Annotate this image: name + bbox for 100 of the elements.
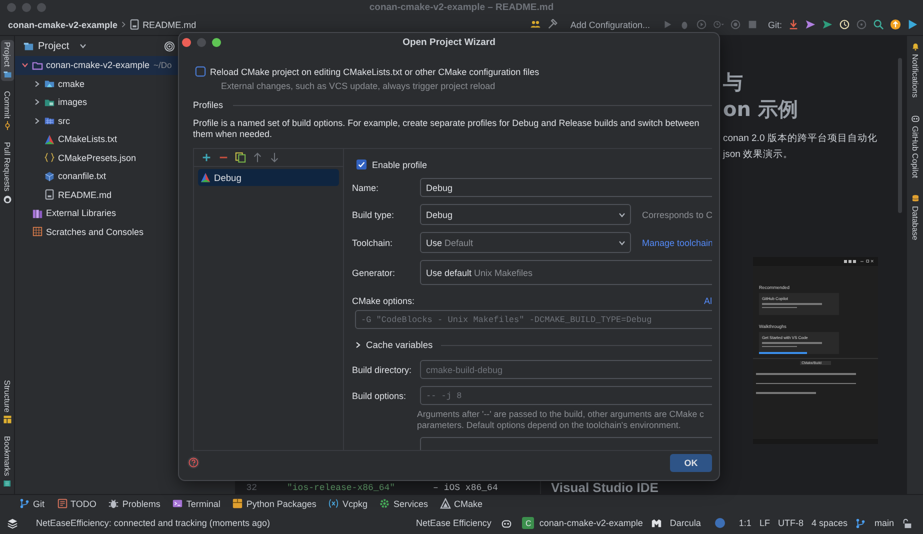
window-title: conan-cmake-v2-example – README.md xyxy=(369,2,554,12)
arrow-up-icon[interactable] xyxy=(252,152,263,163)
grid-icon xyxy=(32,226,43,238)
help-icon[interactable] xyxy=(187,456,200,470)
tree-item[interactable]: External Libraries xyxy=(15,204,235,222)
tree-item[interactable]: README.md xyxy=(15,186,235,204)
link[interactable]: Al xyxy=(704,296,712,306)
add-icon[interactable] xyxy=(201,152,212,163)
tool-window-tab[interactable]: Pull Requests xyxy=(0,140,14,206)
tree-item[interactable]: CMakePresets.json xyxy=(15,148,235,167)
close-icon[interactable] xyxy=(182,38,191,47)
reload-checkbox[interactable] xyxy=(195,66,206,77)
chevron-right-icon[interactable] xyxy=(33,116,41,125)
tool-window-tab[interactable]: Problems xyxy=(108,498,160,509)
update-icon[interactable] xyxy=(890,19,901,30)
checkbox-label[interactable]: Enable profile xyxy=(372,160,428,170)
status-dot-icon[interactable] xyxy=(714,518,725,528)
send-icon[interactable] xyxy=(822,19,833,30)
input-field[interactable]: -- -j 8 xyxy=(420,386,712,405)
arrow-down-icon[interactable] xyxy=(269,152,280,163)
status-item[interactable]: 1:1 xyxy=(738,518,752,528)
run-configuration-dropdown[interactable]: Add Configuration... xyxy=(570,20,650,30)
expander[interactable]: Cache variables xyxy=(352,340,433,350)
breadcrumb-item[interactable]: README.md xyxy=(142,20,196,30)
dropdown[interactable]: Debug xyxy=(420,204,631,225)
profiler-icon[interactable] xyxy=(712,19,724,30)
robot-icon xyxy=(501,518,512,528)
input-field[interactable]: cmake-build-debug xyxy=(420,360,712,379)
tool-window-tab[interactable]: Terminal xyxy=(172,498,220,509)
tool-window-tab[interactable]: Python Packages xyxy=(232,498,316,509)
input-field[interactable]: -G "CodeBlocks - Unix Makefiles" -DCMAKE_BUILD_TYPE=Debug xyxy=(355,310,712,329)
folder-icon xyxy=(2,70,12,79)
tool-window-tab[interactable]: Notifications xyxy=(908,40,922,100)
tool-window-tab[interactable]: Database xyxy=(908,192,922,242)
people-icon[interactable] xyxy=(530,19,542,30)
history-icon[interactable] xyxy=(839,19,850,30)
field-label: CMake options: xyxy=(352,296,415,306)
stop-icon[interactable] xyxy=(746,19,758,30)
search-icon[interactable] xyxy=(873,19,884,30)
coverage-icon[interactable] xyxy=(696,19,707,30)
hammer-icon[interactable] xyxy=(547,19,558,30)
chevron-right-icon[interactable] xyxy=(33,80,41,88)
input-field[interactable]: Debug xyxy=(420,178,712,197)
breadcrumb-item[interactable]: conan-cmake-v2-example xyxy=(8,20,118,30)
document-icon xyxy=(44,189,55,200)
tool-window-tab[interactable]: Structure xyxy=(0,378,14,426)
status-message: NetEaseEfficiency: connected and tracking (moments ago) xyxy=(36,518,270,528)
tool-window-tab[interactable]: Vcpkg xyxy=(328,498,368,509)
package-icon xyxy=(232,498,244,509)
input-field[interactable] xyxy=(420,437,712,450)
variable-icon xyxy=(328,498,340,509)
code-text: – iOS x86_64 xyxy=(433,482,498,492)
tool-window-tab[interactable]: Bookmarks xyxy=(0,434,14,490)
status-item[interactable]: LF xyxy=(759,518,770,528)
caret-icon[interactable] xyxy=(79,42,88,50)
copy-icon[interactable] xyxy=(235,152,246,163)
ok-button[interactable]: OK xyxy=(670,454,712,472)
status-item[interactable]: Darcula xyxy=(670,518,701,528)
tool-window-tab[interactable]: Commit xyxy=(0,88,14,132)
tool-window-tab[interactable]: Services xyxy=(379,498,428,509)
help-text: Arguments after '--' are passed to the build, other arguments are CMake c xyxy=(417,409,705,420)
chevron-down-icon[interactable] xyxy=(21,61,29,70)
tool-window-tab[interactable]: CMake xyxy=(440,498,482,509)
cmake-icon xyxy=(200,172,211,183)
dropdown[interactable]: Use Default xyxy=(420,232,631,253)
status-item[interactable]: NetEase Efficiency xyxy=(416,518,492,528)
tool-window-tab[interactable]: GitHub Copilot xyxy=(908,112,922,180)
rollback-icon[interactable] xyxy=(856,19,867,30)
tool-window-tab[interactable]: TODO xyxy=(56,498,96,509)
tool-window-tab[interactable]: Git xyxy=(19,498,45,509)
tool-window-tab[interactable]: Project xyxy=(0,40,14,81)
stack-icon xyxy=(2,479,12,488)
enable-checkbox[interactable] xyxy=(356,159,367,170)
arrow-down-icon[interactable] xyxy=(788,19,799,30)
paragraph-text: conan 2.0 版本的跨平台项目自动化 xyxy=(723,132,878,146)
status-item[interactable]: UTF-8 xyxy=(778,518,804,528)
send-icon[interactable] xyxy=(805,19,816,30)
status-item[interactable]: conan-cmake-v2-example xyxy=(539,518,643,528)
help-text: parameters. Default options depend on the toolchain's environment. xyxy=(417,420,682,431)
paragraph-text: json 效果演示。 xyxy=(723,148,794,162)
window-controls-icon xyxy=(844,259,874,264)
generator-field[interactable]: Use default Unix Makefiles xyxy=(420,260,712,285)
unlock-icon[interactable] xyxy=(902,518,913,528)
heading: 与 xyxy=(723,69,744,96)
line-number: 32 xyxy=(245,482,257,492)
play-icon[interactable] xyxy=(907,19,918,30)
folder-icon xyxy=(32,60,43,71)
chevron-right-icon[interactable] xyxy=(33,98,41,106)
field-label: Name: xyxy=(352,182,380,192)
layers-icon[interactable] xyxy=(7,518,18,528)
zoom-icon[interactable] xyxy=(212,38,221,47)
tree-item[interactable]: Scratches and Consoles xyxy=(15,222,235,241)
profile-item[interactable]: Debug xyxy=(198,169,339,186)
status-item[interactable]: main xyxy=(874,518,894,528)
path-hint: ~/Do xyxy=(154,60,172,70)
caret-icon xyxy=(618,210,626,218)
panel-title[interactable]: Project xyxy=(38,40,70,52)
mask-icon[interactable] xyxy=(650,518,662,528)
cube-icon xyxy=(44,170,55,182)
status-item[interactable]: 4 spaces xyxy=(811,518,848,528)
